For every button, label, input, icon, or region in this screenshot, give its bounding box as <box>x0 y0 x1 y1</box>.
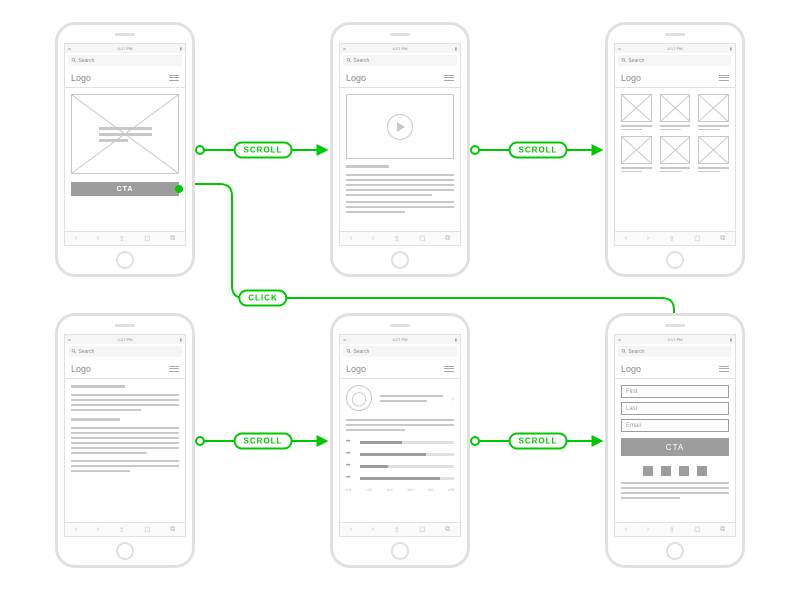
url-bar[interactable]: Search <box>343 55 457 66</box>
grid-tile[interactable] <box>621 136 652 172</box>
menu-icon[interactable] <box>444 366 454 372</box>
hero-image-placeholder <box>71 94 179 174</box>
tick-labels: •01•02•03•04•05•06 <box>346 487 454 492</box>
app-header: Logo <box>65 68 185 88</box>
grid-tile[interactable] <box>698 136 729 172</box>
cta-button[interactable]: CTA <box>71 182 179 196</box>
avatar-icon: ◯ <box>346 385 372 411</box>
article-body <box>65 379 185 522</box>
phone-grid: 4:17 PM Search Logo ‹›⇧☐⧉ <box>605 22 745 277</box>
phone-home: 4:17 PM Search Logo CTA ‹›⇧☐⧉ <box>55 22 195 277</box>
url-bar[interactable]: Search <box>68 55 182 66</box>
scroll-pill-1: SCROLL <box>234 142 293 159</box>
click-pill: CLICK <box>238 290 287 307</box>
grid-tile[interactable] <box>660 94 691 130</box>
logo: Logo <box>346 73 366 83</box>
menu-icon[interactable] <box>719 366 729 372</box>
content-grid <box>621 94 729 172</box>
cta-hotspot-icon <box>175 185 183 193</box>
grid-tile[interactable] <box>660 136 691 172</box>
grid-tile[interactable] <box>621 94 652 130</box>
submit-button[interactable]: CTA <box>621 438 729 456</box>
phone-video: 4:17 PM Search Logo ‹›⇧☐⧉ <box>330 22 470 277</box>
home-button[interactable] <box>116 251 134 269</box>
menu-icon[interactable] <box>169 366 179 372</box>
menu-icon[interactable] <box>719 75 729 81</box>
scroll-pill-2: SCROLL <box>509 142 568 159</box>
social-icons-row <box>621 466 729 476</box>
phone-form: 4:17 PM Search Logo First Last Email CTA… <box>605 313 745 568</box>
phone-profile: 4:17 PM Search Logo ◯ › ••• ••• ••• ••• … <box>330 313 470 568</box>
chevron-right-icon: › <box>451 394 454 403</box>
video-player[interactable] <box>346 94 454 159</box>
scroll-pill-4: SCROLL <box>509 433 568 450</box>
email-field[interactable]: Email <box>621 419 729 432</box>
menu-icon[interactable] <box>169 75 179 81</box>
browser-toolbar[interactable]: ‹›⇧☐⧉ <box>65 231 185 245</box>
logo: Logo <box>71 73 91 83</box>
first-name-field[interactable]: First <box>621 385 729 398</box>
phone-article: 4:17 PM Search Logo ‹›⇧☐⧉ <box>55 313 195 568</box>
scroll-pill-3: SCROLL <box>234 433 293 450</box>
profile-header[interactable]: ◯ › <box>346 385 454 411</box>
grid-tile[interactable] <box>698 94 729 130</box>
last-name-field[interactable]: Last <box>621 402 729 415</box>
progress-row: ••• <box>346 439 454 445</box>
menu-icon[interactable] <box>444 75 454 81</box>
status-bar: 4:17 PM <box>340 44 460 53</box>
play-icon[interactable] <box>387 114 413 140</box>
status-bar: 4:17 PM <box>65 44 185 53</box>
